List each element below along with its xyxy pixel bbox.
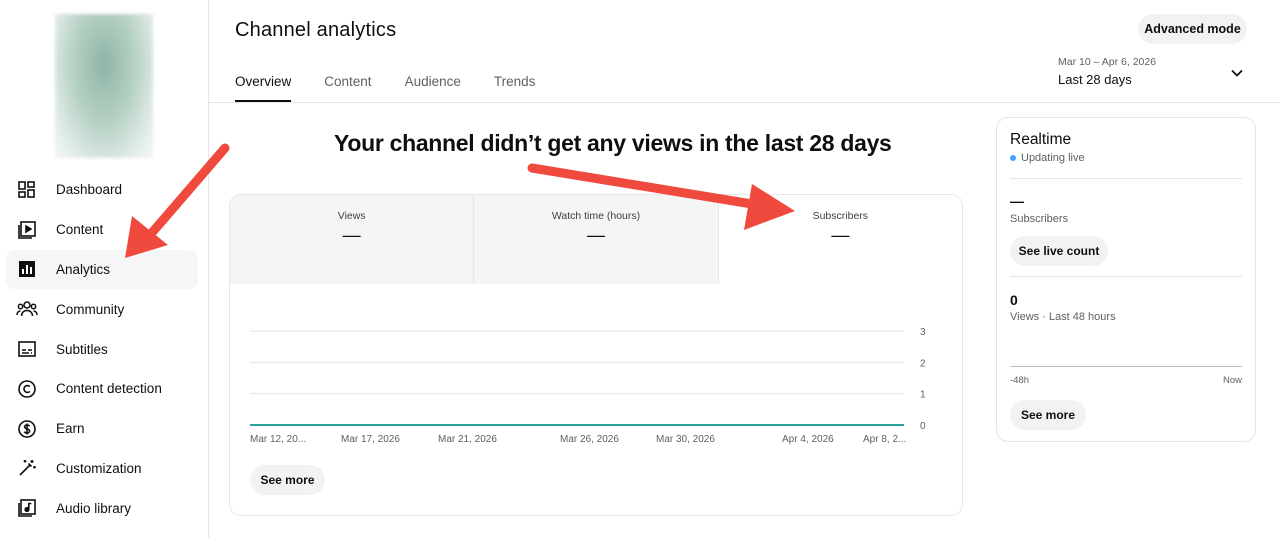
chevron-down-icon bbox=[1230, 66, 1244, 85]
copyright-icon bbox=[16, 378, 38, 400]
community-icon bbox=[16, 298, 38, 320]
sidebar-nav: Dashboard Content Analytics Community Su… bbox=[6, 170, 198, 528]
sidebar-item-audio-library[interactable]: Audio library bbox=[6, 488, 198, 528]
sidebar-item-dashboard[interactable]: Dashboard bbox=[6, 170, 198, 210]
advanced-mode-button[interactable]: Advanced mode bbox=[1138, 14, 1247, 44]
metric-label: Watch time (hours) bbox=[551, 210, 641, 222]
realtime-chart-axis bbox=[1010, 366, 1242, 367]
audio-library-icon bbox=[16, 497, 38, 519]
live-status: Updating live bbox=[1010, 152, 1085, 164]
divider bbox=[1010, 178, 1242, 179]
live-dot-icon bbox=[1010, 155, 1016, 161]
metric-views[interactable]: Views — bbox=[230, 195, 475, 284]
realtime-subscribers-label: Subscribers bbox=[1010, 213, 1069, 225]
sidebar-item-label: Content bbox=[56, 222, 104, 238]
sidebar-item-label: Earn bbox=[56, 421, 85, 437]
chart-x-tick-label: Mar 30, 2026 bbox=[656, 434, 715, 445]
sidebar-item-label: Content detection bbox=[56, 381, 162, 397]
sidebar-item-label: Audio library bbox=[56, 500, 132, 516]
chart-x-tick-label: Mar 26, 2026 bbox=[560, 434, 619, 445]
magic-wand-icon bbox=[16, 457, 38, 479]
sidebar-item-label: Subtitles bbox=[56, 341, 108, 357]
sidebar-item-label: Dashboard bbox=[56, 182, 123, 198]
dashboard-icon bbox=[16, 179, 38, 201]
sidebar-item-label: Community bbox=[56, 301, 125, 317]
metric-value: — bbox=[831, 225, 850, 245]
sidebar-item-community[interactable]: Community bbox=[6, 289, 198, 329]
realtime-axis-end: Now bbox=[1222, 375, 1242, 386]
metric-value: — bbox=[342, 225, 361, 245]
sidebar-item-content[interactable]: Content bbox=[6, 210, 198, 250]
tab-content[interactable]: Content bbox=[324, 74, 371, 102]
chart-y-tick-label: 2 bbox=[920, 358, 926, 369]
realtime-subscribers-value: — bbox=[1010, 193, 1024, 209]
content-icon bbox=[16, 219, 38, 241]
overview-card: Views — Watch time (hours) — Subscribers… bbox=[229, 194, 963, 516]
page-title: Channel analytics bbox=[235, 19, 397, 41]
date-range-dates: Mar 10 – Apr 6, 2026 bbox=[1058, 56, 1157, 68]
realtime-axis-start: -48h bbox=[1010, 375, 1030, 386]
tab-bar: Overview Content Audience Trends bbox=[235, 74, 568, 102]
analytics-icon bbox=[16, 258, 38, 280]
tab-overview[interactable]: Overview bbox=[235, 74, 292, 102]
channel-avatar[interactable] bbox=[55, 14, 153, 158]
see-more-button[interactable]: See more bbox=[250, 465, 325, 495]
chart-x-tick-label: Apr 8, 2... bbox=[863, 434, 906, 445]
metric-subscribers[interactable]: Subscribers — bbox=[718, 195, 962, 284]
metric-label: Subscribers bbox=[812, 210, 869, 222]
chart-x-tick-label: Mar 17, 2026 bbox=[341, 434, 400, 445]
sidebar-item-label: Analytics bbox=[56, 261, 111, 277]
no-views-headline: Your channel didn’t get any views in the… bbox=[334, 130, 892, 156]
subtitles-icon bbox=[16, 338, 38, 360]
realtime-card: Realtime Updating live — Subscribers See… bbox=[996, 117, 1256, 442]
live-status-text: Updating live bbox=[1021, 152, 1085, 164]
sidebar-item-customization[interactable]: Customization bbox=[6, 449, 198, 489]
chart-y-tick-label: 3 bbox=[920, 327, 926, 338]
realtime-see-more-button[interactable]: See more bbox=[1010, 400, 1086, 430]
sidebar: Dashboard Content Analytics Community Su… bbox=[0, 0, 209, 538]
sidebar-item-content-detection[interactable]: Content detection bbox=[6, 369, 198, 409]
chart-y-tick-label: 1 bbox=[920, 390, 926, 401]
divider bbox=[1010, 276, 1242, 277]
header-divider bbox=[209, 102, 1280, 103]
realtime-title: Realtime bbox=[1010, 131, 1072, 148]
sidebar-item-earn[interactable]: Earn bbox=[6, 409, 198, 449]
realtime-views-value: 0 bbox=[1010, 292, 1018, 308]
date-range-selector[interactable]: Mar 10 – Apr 6, 2026 Last 28 days bbox=[1058, 56, 1248, 87]
realtime-views-label: Views · Last 48 hours bbox=[1010, 311, 1116, 323]
see-live-count-button[interactable]: See live count bbox=[1010, 236, 1108, 266]
metric-value: — bbox=[586, 225, 605, 245]
chart-x-tick-label: Apr 4, 2026 bbox=[782, 434, 834, 445]
metric-watch-time[interactable]: Watch time (hours) — bbox=[474, 195, 719, 284]
subscribers-chart: 0 1 2 3 Mar 12, 20... Mar 17, 2026 Mar 21, 202… bbox=[250, 327, 926, 445]
metric-tabs: Views — Watch time (hours) — Subscribers… bbox=[230, 195, 962, 284]
sidebar-item-label: Customization bbox=[56, 460, 142, 476]
metric-label: Views bbox=[337, 210, 366, 222]
tab-audience[interactable]: Audience bbox=[405, 74, 461, 102]
date-range-period: Last 28 days bbox=[1058, 72, 1132, 87]
sidebar-item-analytics[interactable]: Analytics bbox=[6, 249, 198, 290]
chart-x-tick-label: Mar 21, 2026 bbox=[438, 434, 497, 445]
tab-trends[interactable]: Trends bbox=[494, 74, 536, 102]
sidebar-item-subtitles[interactable]: Subtitles bbox=[6, 329, 198, 369]
chart-y-tick-label: 0 bbox=[920, 421, 926, 432]
chart-x-tick-label: Mar 12, 20... bbox=[250, 434, 306, 445]
dollar-icon bbox=[16, 418, 38, 440]
